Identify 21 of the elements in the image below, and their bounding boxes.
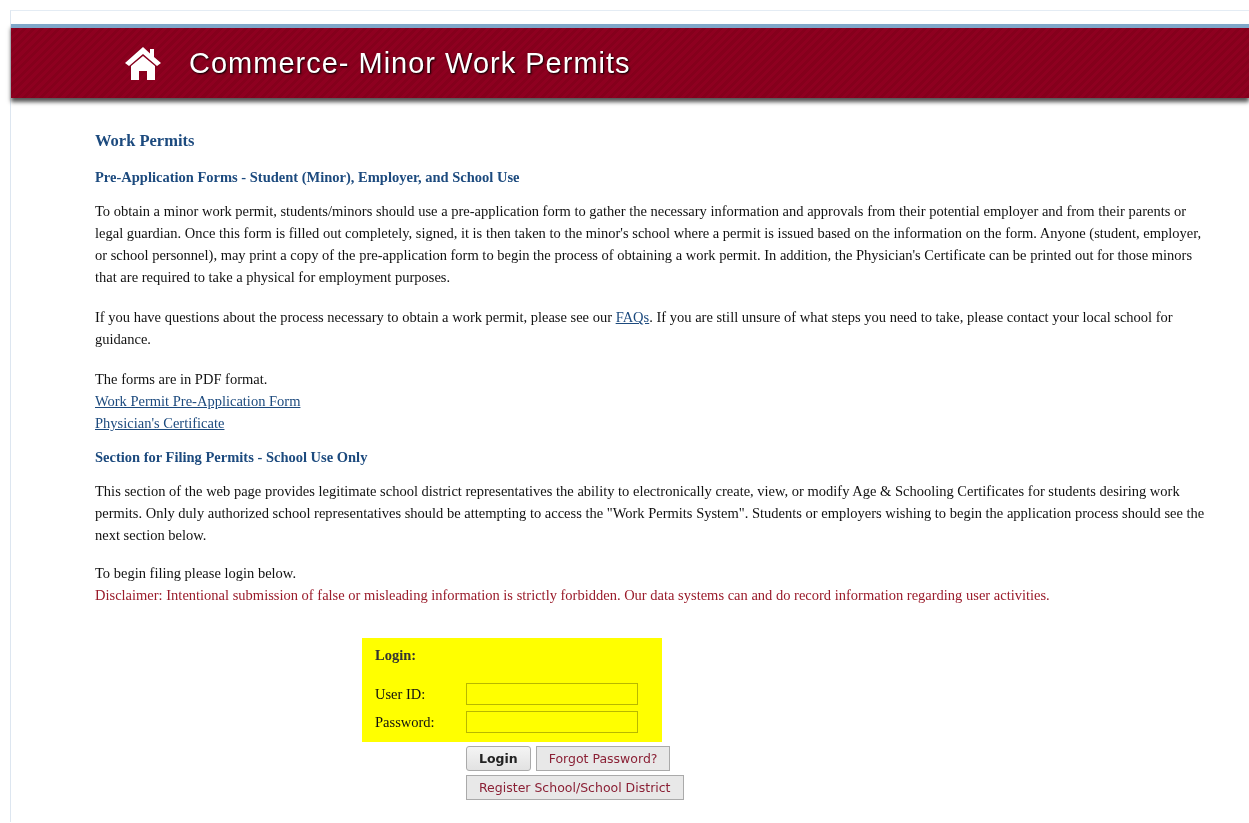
input-field[interactable] (466, 711, 638, 733)
home-icon[interactable] (123, 45, 163, 81)
field-label: Password: (375, 713, 436, 732)
format-note: The forms are in PDF format. (95, 370, 269, 389)
page-heading: Work Permits (95, 130, 196, 152)
forgot-password-button[interactable]: Forgot Password? (535, 746, 671, 771)
section-heading: Pre-Application Forms - Student (Minor), Employer, and School Use (95, 168, 521, 187)
field-label: User ID: (375, 685, 427, 704)
intro-paragraph: To obtain a minor work permit, students/minors should use a pre-application form to gather the necessary information and approvals from their potential employer and from their parents or legal guardian. Once this form is filled out completely, signed, it is then taken to the minor's school where a permit is issued based on the information on the form. Anyone (student, employer, or school personnel), may print a copy of the pre-application form to begin the process of obtaining a work permit. In addition, the Physician's Certificate can be printed out for those minors that are required to take a physical for employment purposes. (95, 202, 1203, 287)
questions-paragraph: If you have questions about the process necessary to obtain a work permit, please see our FAQs. If you are still unsure of what steps you need to take, please contact your local school for guidance. (95, 308, 1174, 349)
form-link[interactable]: Physician's Certificate (95, 415, 225, 431)
login-title: Login: (375, 646, 418, 665)
filing-paragraph: This section of the web page provides legitimate school district representatives the ability to electronically create, view, or modify Age & Schooling Certificates for students desiring work permits. Only duly authorized school representatives should be attempting to access the "Work Permits System". Students or employers wishing to begin the application process should see the next section below. (95, 482, 1206, 545)
site-title: Commerce- Minor Work Permits (189, 46, 631, 80)
login-prompt: To begin filing please login below. (95, 564, 297, 583)
disclaimer-text: Disclaimer: Intentional submission of false or misleading information is strictly forbidden. Our data systems can and do record information regarding user activities. (95, 586, 1051, 605)
form-link[interactable]: Work Permit Pre-Application Form (95, 393, 301, 409)
section-heading: Section for Filing Permits - School Use Only (95, 448, 369, 467)
login-button[interactable]: Login (466, 746, 531, 771)
register-button[interactable]: Register School/School District (466, 775, 684, 800)
input-field[interactable] (466, 683, 638, 705)
